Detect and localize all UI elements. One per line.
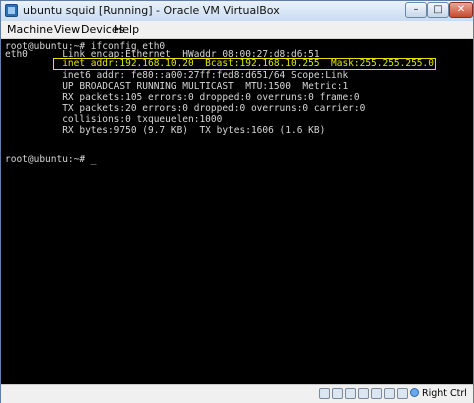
optical-drive-icon[interactable] bbox=[332, 388, 343, 399]
menu-bar: Machine View Devices Help bbox=[1, 21, 473, 39]
vm-console-screen[interactable]: root@ubuntu:~# ifconfig eth0 eth0 Link e… bbox=[1, 39, 473, 384]
menu-help[interactable]: Help bbox=[114, 23, 139, 36]
terminal-prompt-line[interactable]: root@ubuntu:~# _ bbox=[5, 155, 97, 165]
menu-machine[interactable]: Machine bbox=[7, 23, 53, 36]
host-key-arrow-icon bbox=[410, 388, 419, 397]
shared-folder-icon[interactable] bbox=[358, 388, 369, 399]
terminal-line: RX bytes:9750 (9.7 KB) TX bytes:1606 (1.… bbox=[5, 125, 326, 136]
host-key-label: Right Ctrl bbox=[422, 388, 467, 399]
close-button[interactable]: ✕ bbox=[449, 2, 473, 18]
terminal-line: UP BROADCAST RUNNING MULTICAST MTU:1500 … bbox=[5, 81, 349, 92]
usb-icon[interactable] bbox=[345, 388, 356, 399]
virtualbox-app-icon bbox=[5, 4, 18, 17]
terminal-line: collisions:0 txqueuelen:1000 bbox=[5, 114, 223, 125]
minimize-button[interactable]: – bbox=[405, 2, 427, 18]
terminal-line: inet6 addr: fe80::a00:27ff:fed8:d651/64 … bbox=[5, 70, 349, 81]
title-bar[interactable]: ubuntu squid [Running] - Oracle VM Virtu… bbox=[1, 1, 473, 21]
maximize-button[interactable]: □ bbox=[427, 2, 449, 18]
terminal-line: RX packets:105 errors:0 dropped:0 overru… bbox=[5, 92, 360, 103]
status-bar: Right Ctrl bbox=[1, 384, 473, 403]
highlight-box bbox=[53, 58, 436, 70]
network-icon[interactable] bbox=[371, 388, 382, 399]
virtualbox-window: ubuntu squid [Running] - Oracle VM Virtu… bbox=[0, 0, 474, 403]
display-icon[interactable] bbox=[384, 388, 395, 399]
hard-disk-icon[interactable] bbox=[319, 388, 330, 399]
window-title: ubuntu squid [Running] - Oracle VM Virtu… bbox=[23, 4, 280, 17]
menu-view[interactable]: View bbox=[54, 23, 80, 36]
terminal-line: TX packets:20 errors:0 dropped:0 overrun… bbox=[5, 103, 366, 114]
mouse-integration-icon[interactable] bbox=[397, 388, 408, 399]
